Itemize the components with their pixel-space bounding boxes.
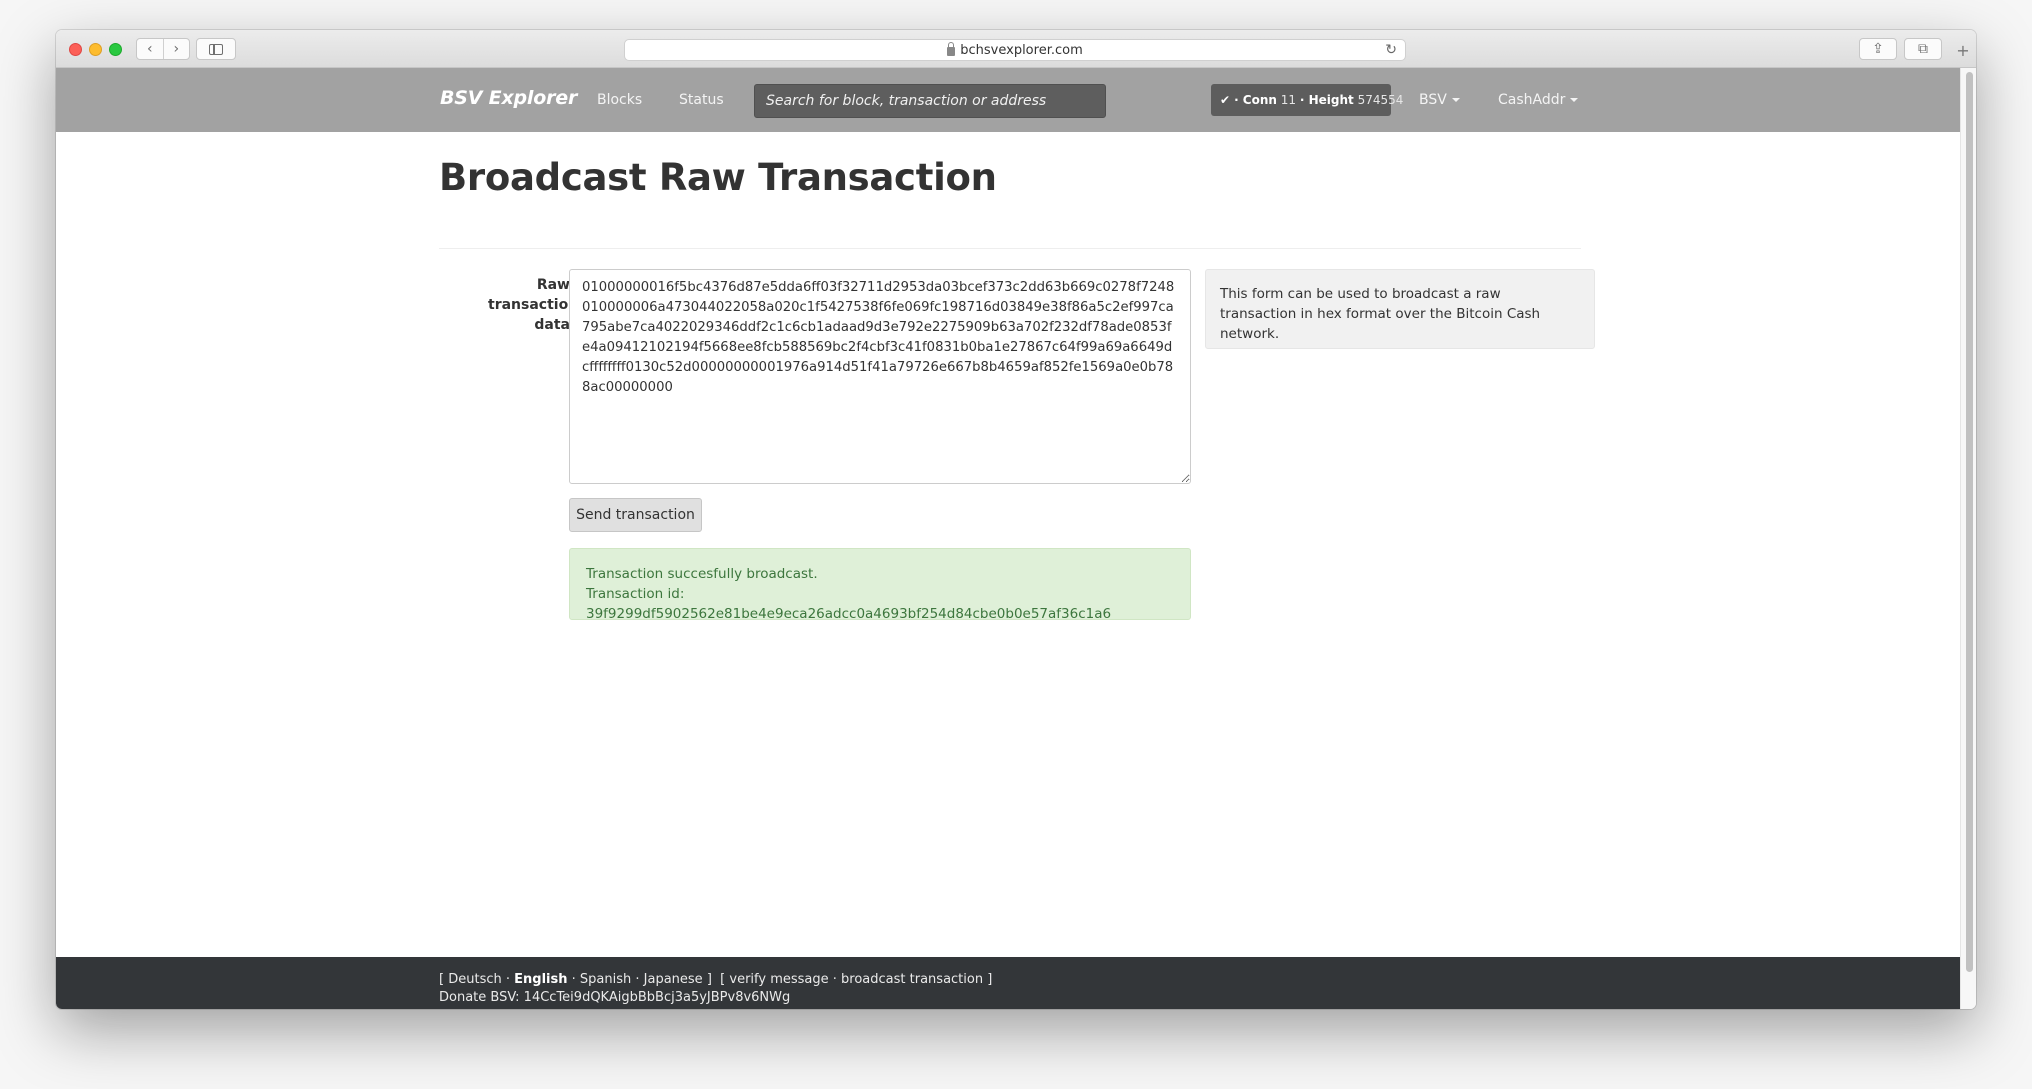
- url-text: bchsvexplorer.com: [960, 42, 1083, 58]
- share-icon: ⇪: [1872, 41, 1884, 57]
- new-tab-icon[interactable]: +: [1954, 42, 1972, 60]
- alert-transaction-id: Transaction id: 39f9299df5902562e81be4e9…: [586, 586, 1112, 622]
- node-status-badge[interactable]: ✔ · Conn 11 · Height 574554: [1211, 84, 1403, 116]
- site-navbar: BSV Explorer Blocks Status ✔ · Conn 11 ·…: [56, 68, 1960, 132]
- address-format-label: CashAddr: [1498, 92, 1566, 108]
- conn-label: · Conn: [1234, 93, 1277, 107]
- currency-dropdown[interactable]: BSV: [1419, 92, 1460, 108]
- title-divider: [439, 248, 1581, 249]
- maximize-window-button[interactable]: [109, 43, 122, 56]
- address-bar[interactable]: bchsvexplorer.com ↻: [624, 39, 1406, 61]
- conn-value: 11: [1280, 93, 1297, 107]
- page-title: Broadcast Raw Transaction: [439, 156, 997, 199]
- search-input[interactable]: [754, 84, 1106, 118]
- share-button[interactable]: ⇪: [1859, 38, 1897, 60]
- lang-deutsch[interactable]: Deutsch: [448, 972, 502, 987]
- currency-label: BSV: [1419, 92, 1447, 108]
- bracket: ]: [706, 972, 712, 987]
- height-value: 574554: [1357, 93, 1404, 107]
- page-content: BSV Explorer Blocks Status ✔ · Conn 11 ·…: [56, 68, 1960, 1009]
- success-alert: Transaction succesfully broadcast. Trans…: [569, 548, 1191, 622]
- page-scrollbar[interactable]: [1960, 68, 1976, 1009]
- raw-tx-label: Raw transaction data: [488, 277, 579, 333]
- tabs-icon: ⧉: [1918, 41, 1928, 57]
- site-footer: [ Deutsch · English · Spanish · Japanese…: [56, 957, 1960, 1009]
- site-brand[interactable]: BSV Explorer: [440, 87, 577, 109]
- bracket: ]: [987, 972, 993, 987]
- history-nav: ‹ ›: [136, 38, 190, 60]
- sidebar-toggle-button[interactable]: [196, 38, 236, 60]
- broadcast-transaction-link[interactable]: broadcast transaction: [841, 972, 983, 987]
- donate-address[interactable]: Donate BSV: 14CcTei9dQKAigbBbBcj3a5yJBPv…: [439, 990, 790, 1005]
- footer-links: [ Deutsch · English · Spanish · Japanese…: [439, 972, 993, 987]
- address-format-dropdown[interactable]: CashAddr: [1498, 92, 1579, 108]
- bracket: [: [720, 972, 726, 987]
- check-icon: ✔: [1220, 93, 1231, 107]
- verify-message-link[interactable]: verify message: [729, 972, 828, 987]
- lock-icon: [947, 41, 956, 56]
- browser-window: ‹ › bchsvexplorer.com ↻ ⇪ ⧉ + BSV Explor…: [56, 30, 1976, 1009]
- forward-icon[interactable]: ›: [164, 39, 190, 59]
- scrollbar-thumb[interactable]: [1966, 72, 1973, 972]
- alert-message: Transaction succesfully broadcast.: [586, 566, 818, 582]
- height-label: · Height: [1299, 93, 1354, 107]
- caret-down-icon: [1570, 98, 1579, 102]
- bracket: [: [439, 972, 445, 987]
- close-window-button[interactable]: [69, 43, 82, 56]
- lang-japanese[interactable]: Japanese: [644, 972, 703, 987]
- sidebar-icon: [209, 43, 223, 55]
- show-tabs-button[interactable]: ⧉: [1904, 38, 1942, 60]
- caret-down-icon: [1451, 98, 1460, 102]
- send-transaction-button[interactable]: Send transaction: [569, 498, 702, 532]
- raw-tx-textarea[interactable]: 01000000016f5bc4376d87e5dda6ff03f32711d2…: [569, 269, 1191, 484]
- nav-link-blocks[interactable]: Blocks: [597, 92, 642, 108]
- minimize-window-button[interactable]: [89, 43, 102, 56]
- reload-icon[interactable]: ↻: [1385, 42, 1397, 58]
- browser-titlebar: ‹ › bchsvexplorer.com ↻ ⇪ ⧉ +: [56, 30, 1976, 68]
- back-icon[interactable]: ‹: [137, 39, 164, 59]
- lang-english: English: [514, 972, 568, 987]
- nav-link-status[interactable]: Status: [679, 92, 724, 108]
- info-box: This form can be used to broadcast a raw…: [1205, 269, 1595, 349]
- lang-spanish[interactable]: Spanish: [580, 972, 631, 987]
